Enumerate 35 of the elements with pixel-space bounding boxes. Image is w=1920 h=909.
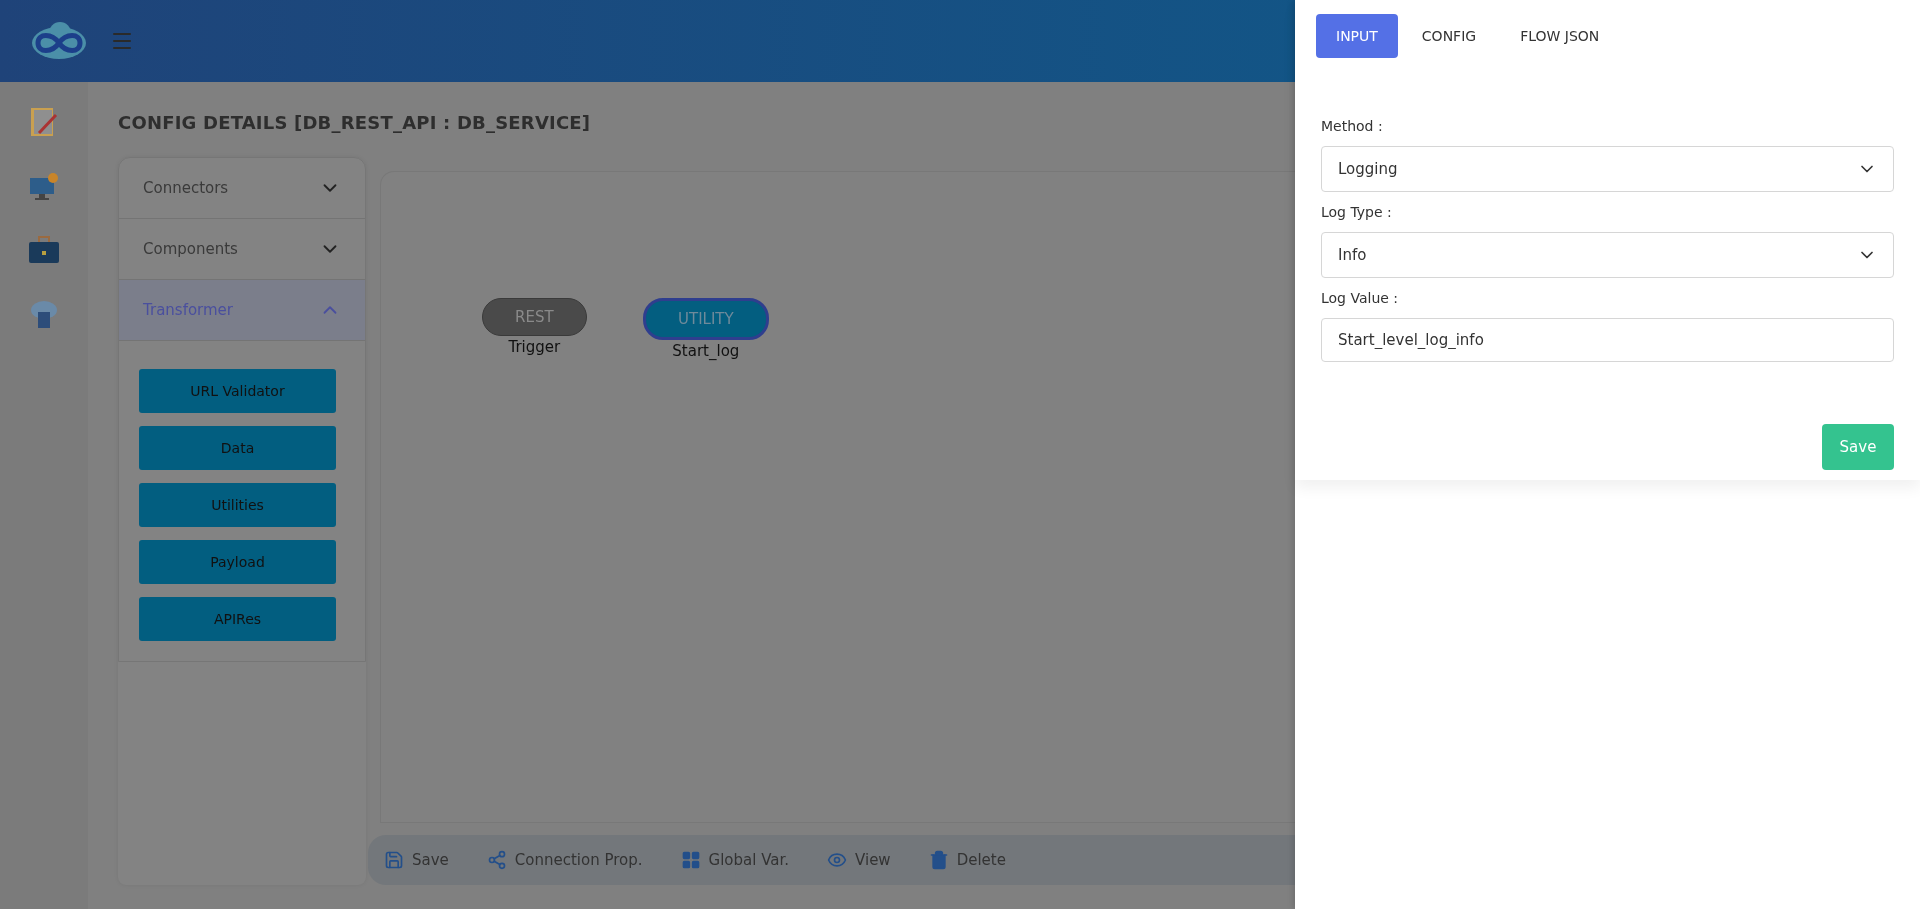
cloud-infinity-logo [30, 21, 88, 61]
monitor-gear-icon[interactable] [29, 172, 59, 202]
field-label: Log Value : [1321, 290, 1400, 306]
transformer-item-button[interactable]: URL Validator [139, 369, 336, 413]
page-title: CONFIG DETAILS [DB_REST_API : DB_SERVICE] [118, 112, 591, 133]
select-field[interactable]: Info [1321, 232, 1894, 278]
transformer-item-button[interactable]: Data [139, 426, 336, 470]
input-field[interactable]: Start_level_log_info [1321, 318, 1894, 362]
notepad-pencil-icon[interactable] [29, 106, 59, 138]
share-icon [486, 850, 507, 870]
field-label: Log Type : [1321, 204, 1393, 220]
transformer-item-button[interactable]: Utilities [139, 483, 336, 527]
toolbar-button[interactable]: View [827, 850, 891, 870]
node-label: Start_log [672, 342, 740, 360]
eye-icon [827, 850, 848, 870]
field-label: Method : [1321, 118, 1384, 134]
toolbar-button[interactable]: Save [384, 850, 449, 870]
tab[interactable]: CONFIG [1401, 14, 1497, 58]
save-button[interactable]: Save [1822, 424, 1894, 470]
flow-node[interactable]: REST [482, 298, 587, 336]
toolbar-button[interactable]: Global Var. [680, 850, 790, 870]
transformer-item-button[interactable]: APIRes [139, 597, 336, 641]
accordion-header[interactable]: Connectors [119, 158, 365, 219]
grid-icon [680, 850, 701, 870]
transformer-item-button[interactable]: Payload [139, 540, 336, 584]
toolbar-button[interactable]: Connection Prop. [486, 850, 643, 870]
trash-icon [928, 850, 949, 870]
tab[interactable]: FLOW JSON [1500, 14, 1620, 58]
flow-node[interactable]: UTILITY [643, 298, 769, 340]
node-label: Trigger [508, 338, 561, 356]
toolbar-button[interactable]: Delete [928, 850, 1006, 870]
briefcase-icon[interactable] [28, 236, 60, 264]
tab[interactable]: INPUT [1316, 14, 1398, 58]
cloud-server-icon[interactable] [29, 298, 59, 330]
select-field[interactable]: Logging [1321, 146, 1894, 192]
